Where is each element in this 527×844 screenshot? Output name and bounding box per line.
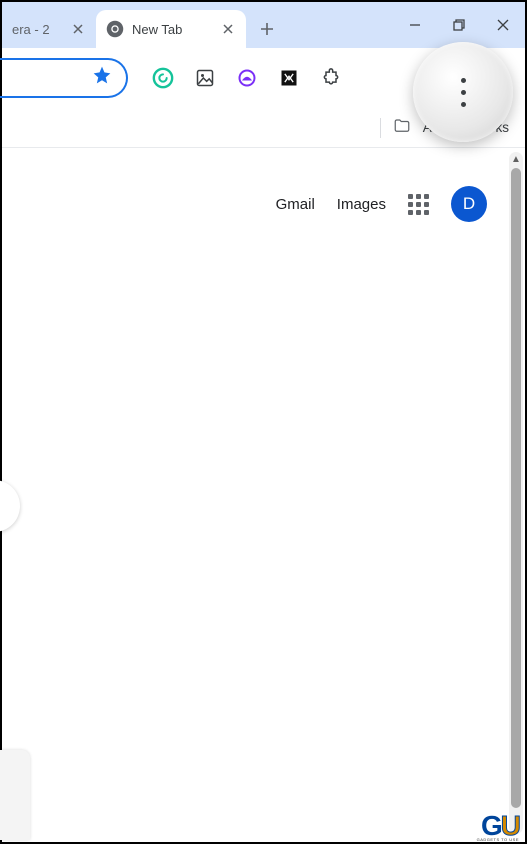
scroll-thumb[interactable]: [511, 168, 521, 808]
tab-active[interactable]: New Tab: [96, 10, 246, 48]
tab-active-title: New Tab: [132, 22, 212, 37]
tab-inactive-title: era - 2: [12, 22, 64, 37]
gmail-link[interactable]: Gmail: [276, 196, 315, 213]
chrome-icon: [106, 20, 124, 38]
ntp-header: Gmail Images D: [276, 186, 487, 222]
images-link[interactable]: Images: [337, 196, 386, 213]
maximize-button[interactable]: [437, 9, 481, 41]
dark-square-icon[interactable]: [278, 67, 300, 89]
chrome-menu-button[interactable]: [413, 42, 513, 142]
extensions-puzzle-icon[interactable]: [320, 67, 342, 89]
bookmark-star-icon[interactable]: [92, 65, 112, 91]
grammarly-icon[interactable]: [152, 67, 174, 89]
kebab-menu-icon: [461, 78, 466, 107]
profile-avatar[interactable]: D: [451, 186, 487, 222]
bookmarks-divider: [380, 118, 381, 138]
page-content: Gmail Images D: [2, 148, 525, 842]
vertical-scrollbar[interactable]: ▲: [509, 152, 523, 834]
tab-inactive[interactable]: era - 2: [2, 10, 96, 48]
new-tab-button[interactable]: [252, 14, 282, 44]
scroll-up-arrow-icon[interactable]: ▲: [511, 154, 521, 164]
extension-icons: [128, 67, 342, 89]
bottom-edge-decoration: [0, 750, 30, 840]
watermark-subtext: GADGETS TO USE: [477, 837, 519, 842]
close-window-button[interactable]: [481, 9, 525, 41]
google-apps-icon[interactable]: [408, 194, 429, 215]
tab-active-close-icon[interactable]: [220, 21, 236, 37]
omnibox[interactable]: [0, 58, 128, 98]
avatar-letter: D: [463, 194, 475, 214]
tab-close-icon[interactable]: [70, 21, 86, 37]
purple-circle-icon[interactable]: [236, 67, 258, 89]
watermark-logo: GU: [481, 813, 519, 838]
folder-icon: [393, 117, 411, 138]
browser-titlebar: era - 2 New Tab: [2, 2, 525, 48]
minimize-button[interactable]: [393, 9, 437, 41]
image-icon[interactable]: [194, 67, 216, 89]
